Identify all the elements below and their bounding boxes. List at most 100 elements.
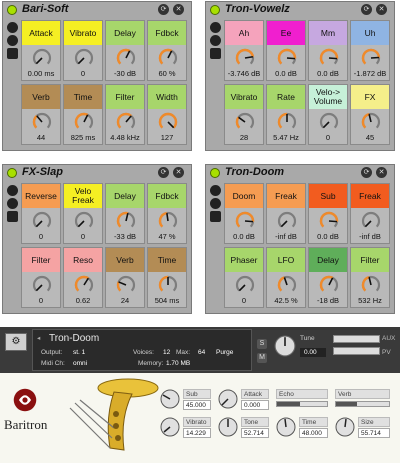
- macro-2[interactable]: Velo Freak 0: [63, 183, 103, 244]
- sub-value[interactable]: 45.000: [183, 400, 211, 410]
- macro-3[interactable]: Sub 0.0 dB: [308, 183, 348, 244]
- hot-swap-icon[interactable]: ⟳: [361, 167, 372, 178]
- macro-label[interactable]: Sub: [309, 184, 347, 208]
- macro-label[interactable]: Delay: [309, 248, 347, 272]
- output-value[interactable]: st. 1: [73, 349, 85, 356]
- macro-label[interactable]: Fdbck: [148, 21, 186, 45]
- macro-knob[interactable]: [318, 274, 340, 296]
- wrench-icon[interactable]: ⚙: [5, 333, 27, 351]
- macro-knob[interactable]: [31, 210, 53, 232]
- macro-knob[interactable]: [318, 47, 340, 69]
- macro-5[interactable]: Vibrato 28: [224, 84, 264, 145]
- macro-label[interactable]: Attack: [22, 21, 60, 45]
- solo-button[interactable]: S: [257, 339, 267, 349]
- echo-slider[interactable]: [276, 401, 328, 407]
- macro-5[interactable]: Filter 0: [21, 247, 61, 308]
- macro-label[interactable]: Rate: [267, 85, 305, 109]
- macro-2[interactable]: Vibrato 0: [63, 20, 103, 81]
- macro-label[interactable]: Ah: [225, 21, 263, 45]
- macro-knob[interactable]: [276, 210, 298, 232]
- macro-knob[interactable]: [318, 210, 340, 232]
- vibrato-knob[interactable]: [160, 417, 180, 437]
- macro-knob[interactable]: [157, 111, 179, 133]
- macro-knob[interactable]: [73, 47, 95, 69]
- macro-knob[interactable]: [360, 111, 382, 133]
- power-icon[interactable]: [7, 5, 17, 15]
- macro-knob[interactable]: [234, 111, 256, 133]
- close-icon[interactable]: ✕: [173, 4, 184, 15]
- macro-label[interactable]: Doom: [225, 184, 263, 208]
- macro-7[interactable]: Verb 24: [105, 247, 145, 308]
- macro-label[interactable]: Filter: [106, 85, 144, 109]
- macro-1[interactable]: Doom 0.0 dB: [224, 183, 264, 244]
- macro-knob[interactable]: [31, 111, 53, 133]
- time-value[interactable]: 48.000: [299, 428, 328, 438]
- power-icon[interactable]: [210, 5, 220, 15]
- macro-knob[interactable]: [31, 274, 53, 296]
- macro-label[interactable]: Ee: [267, 21, 305, 45]
- show-macros-icon[interactable]: [7, 185, 18, 196]
- macro-7[interactable]: Velo-> Volume 0: [308, 84, 348, 145]
- show-macros-icon[interactable]: [210, 185, 221, 196]
- attack-value[interactable]: 0.000: [241, 400, 269, 410]
- macro-4[interactable]: Freak -inf dB: [350, 183, 390, 244]
- macro-label[interactable]: Freak: [351, 184, 389, 208]
- macro-knob[interactable]: [157, 210, 179, 232]
- macro-6[interactable]: LFO 42.5 %: [266, 247, 306, 308]
- macro-6[interactable]: Reso 0.62: [63, 247, 103, 308]
- close-icon[interactable]: ✕: [376, 167, 387, 178]
- macro-1[interactable]: Attack 0.00 ms: [21, 20, 61, 81]
- macro-knob[interactable]: [157, 47, 179, 69]
- macro-label[interactable]: Uh: [351, 21, 389, 45]
- macro-1[interactable]: Ah -3.746 dB: [224, 20, 264, 81]
- size-knob[interactable]: [335, 417, 355, 437]
- macro-label[interactable]: Fdbck: [148, 184, 186, 208]
- macro-8[interactable]: Filter 532 Hz: [350, 247, 390, 308]
- macro-1[interactable]: Reverse 0: [21, 183, 61, 244]
- show-devices-icon[interactable]: [7, 211, 18, 222]
- macro-knob[interactable]: [115, 47, 137, 69]
- macro-8[interactable]: FX 45: [350, 84, 390, 145]
- macro-label[interactable]: Phaser: [225, 248, 263, 272]
- macro-label[interactable]: Time: [64, 85, 102, 109]
- macro-knob[interactable]: [276, 111, 298, 133]
- macro-4[interactable]: Uh -1.872 dB: [350, 20, 390, 81]
- macro-label[interactable]: Verb: [106, 248, 144, 272]
- macro-knob[interactable]: [276, 47, 298, 69]
- macro-knob[interactable]: [234, 210, 256, 232]
- macro-label[interactable]: Verb: [22, 85, 60, 109]
- macro-label[interactable]: Time: [148, 248, 186, 272]
- macro-label[interactable]: Velo Freak: [64, 184, 102, 208]
- macro-label[interactable]: Reverse: [22, 184, 60, 208]
- close-icon[interactable]: ✕: [376, 4, 387, 15]
- macro-3[interactable]: Delay -33 dB: [105, 183, 145, 244]
- macro-6[interactable]: Time 825 ms: [63, 84, 103, 145]
- macro-knob[interactable]: [234, 47, 256, 69]
- macro-knob[interactable]: [360, 274, 382, 296]
- macro-4[interactable]: Fdbck 60 %: [147, 20, 187, 81]
- macro-knob[interactable]: [73, 274, 95, 296]
- macro-knob[interactable]: [73, 210, 95, 232]
- macro-2[interactable]: Ee 0.0 dB: [266, 20, 306, 81]
- macro-3[interactable]: Mm 0.0 dB: [308, 20, 348, 81]
- show-chains-icon[interactable]: [7, 198, 18, 209]
- volume-slider[interactable]: [333, 335, 380, 343]
- vibrato-value[interactable]: 14.229: [183, 428, 211, 438]
- macro-knob[interactable]: [31, 47, 53, 69]
- macro-knob[interactable]: [360, 210, 382, 232]
- macro-knob[interactable]: [115, 274, 137, 296]
- macro-6[interactable]: Rate 5.47 Hz: [266, 84, 306, 145]
- macro-4[interactable]: Fdbck 47 %: [147, 183, 187, 244]
- macro-5[interactable]: Phaser 0: [224, 247, 264, 308]
- tone-knob[interactable]: [218, 417, 238, 437]
- macro-label[interactable]: Filter: [22, 248, 60, 272]
- macro-7[interactable]: Delay -18 dB: [308, 247, 348, 308]
- macro-knob[interactable]: [318, 111, 340, 133]
- macro-5[interactable]: Verb 44: [21, 84, 61, 145]
- macro-label[interactable]: Vibrato: [64, 21, 102, 45]
- size-value[interactable]: 55.714: [358, 428, 390, 438]
- macro-label[interactable]: Vibrato: [225, 85, 263, 109]
- macro-label[interactable]: LFO: [267, 248, 305, 272]
- show-devices-icon[interactable]: [7, 48, 18, 59]
- macro-label[interactable]: FX: [351, 85, 389, 109]
